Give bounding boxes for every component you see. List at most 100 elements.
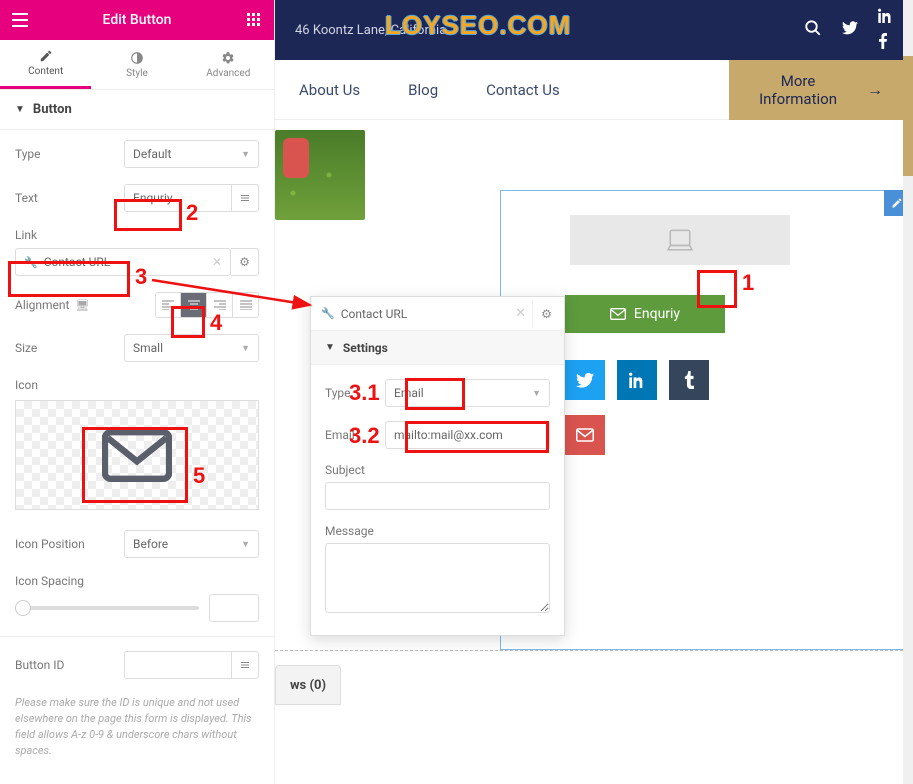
align-center[interactable]	[181, 292, 207, 318]
wrench-icon: 🔧	[321, 307, 335, 320]
type-select[interactable]: Default ▼	[124, 140, 259, 168]
icon-spacing-slider[interactable]	[15, 606, 199, 610]
nav-about[interactable]: About Us	[275, 81, 384, 99]
enquiry-button-label: Enquriy	[634, 306, 680, 322]
row-type: Type Default ▼	[15, 140, 259, 168]
icon-position-value: Before	[133, 537, 168, 551]
annotation-num-1: 1	[742, 270, 754, 296]
popup-title: Contact URL	[341, 307, 408, 321]
size-select-value: Small	[133, 341, 163, 355]
icon-spacing-input[interactable]	[209, 594, 259, 622]
chevron-down-icon: ▼	[241, 343, 250, 354]
tab-advanced[interactable]: Advanced	[183, 40, 274, 89]
scrollbar[interactable]	[903, 0, 913, 784]
popup-subject-input[interactable]	[325, 482, 550, 510]
pencil-icon	[39, 49, 53, 63]
row-alignment: Alignment 🖥	[15, 292, 259, 318]
button-id-input[interactable]	[124, 651, 231, 679]
button-id-hint: Please make sure the ID is unique and no…	[15, 695, 259, 759]
align-justify[interactable]	[233, 292, 259, 318]
type-label: Type	[15, 147, 124, 161]
panel-header: Edit Button	[0, 0, 274, 40]
menu-icon[interactable]	[0, 0, 40, 40]
panel-title: Edit Button	[40, 12, 234, 28]
tab-content[interactable]: Content	[0, 40, 91, 89]
topbar-icons	[804, 8, 893, 53]
tab-content-label: Content	[28, 66, 63, 77]
contrast-icon	[130, 51, 144, 65]
panel-tabs: Content Style Advanced	[0, 40, 274, 90]
search-icon[interactable]	[804, 19, 822, 41]
close-icon[interactable]: ✕	[212, 255, 222, 269]
type-select-value: Default	[133, 147, 171, 161]
row-button-id: Button ID	[15, 651, 259, 679]
popup-email-input[interactable]	[385, 421, 550, 449]
editor-panel: Edit Button Content Style Advanced ▼ But…	[0, 0, 275, 784]
social-linkedin[interactable]	[617, 360, 657, 400]
gear-icon[interactable]: ⚙	[532, 300, 560, 328]
slider-thumb[interactable]	[15, 600, 31, 616]
linkedin-icon[interactable]	[878, 8, 893, 27]
dynamic-tags-icon[interactable]	[231, 184, 259, 212]
watermark: LOYSEO.COM	[385, 10, 571, 41]
row-size: Size Small ▼	[15, 334, 259, 362]
cta-button[interactable]: MoreInformation →	[729, 60, 913, 120]
caret-down-icon: ▼	[325, 342, 335, 353]
annotation-num-3: 3	[135, 264, 147, 290]
facebook-icon[interactable]	[878, 33, 893, 53]
popup-row-subject: Subject	[325, 463, 550, 510]
popup-row-message: Message	[325, 524, 550, 617]
popup-subject-label: Subject	[325, 463, 550, 477]
enquiry-button[interactable]: Enquriy	[565, 295, 725, 333]
popup-section-header[interactable]: ▼ Settings	[311, 331, 564, 365]
cta-text: MoreInformation	[759, 72, 837, 108]
caret-down-icon: ▼	[15, 104, 25, 115]
popup-message-input[interactable]	[325, 543, 550, 613]
gear-icon	[221, 51, 235, 65]
icon-preview[interactable]	[15, 400, 259, 510]
row-icon-spacing: Icon Spacing	[15, 574, 259, 622]
chevron-down-icon: ▼	[241, 539, 250, 550]
guide-line	[275, 650, 913, 651]
scrollbar-thumb[interactable]	[903, 56, 913, 176]
dynamic-tags-icon[interactable]	[231, 651, 259, 679]
size-select[interactable]: Small ▼	[124, 334, 259, 362]
row-text: Text	[15, 184, 259, 212]
annotation-num-2: 2	[186, 200, 198, 226]
icon-position-label: Icon Position	[15, 537, 124, 551]
align-left[interactable]	[155, 292, 181, 318]
icon-position-select[interactable]: Before ▼	[124, 530, 259, 558]
text-input[interactable]	[124, 184, 231, 212]
nav-blog[interactable]: Blog	[384, 81, 462, 99]
section-body: Type Default ▼ Text Link	[0, 130, 274, 769]
chevron-down-icon: ▼	[532, 388, 541, 399]
canvas: Enquriy ws (0) attis, pulvinar dapibus l…	[275, 120, 913, 130]
social-mail[interactable]	[565, 415, 605, 455]
chevron-down-icon: ▼	[241, 149, 250, 160]
envelope-icon	[102, 428, 172, 483]
site-navbar: About Us Blog Contact Us MoreInformation…	[275, 60, 913, 120]
social-twitter[interactable]	[565, 360, 605, 400]
placeholder-widget	[570, 215, 790, 265]
section-button-header[interactable]: ▼ Button	[0, 90, 274, 130]
link-dynamic-tag[interactable]: 🔧 Contact URL ✕	[15, 248, 231, 276]
popup-type-value: Email	[394, 386, 424, 400]
wrench-icon: 🔧	[24, 256, 38, 269]
text-label: Text	[15, 191, 124, 205]
tab-style[interactable]: Style	[91, 40, 182, 89]
popup-message-label: Message	[325, 524, 550, 538]
tab-advanced-label: Advanced	[206, 68, 250, 79]
apps-icon[interactable]	[234, 0, 274, 40]
contact-url-popup: 🔧 Contact URL ✕ ⚙ ▼ Settings Type Email …	[310, 296, 565, 636]
popup-type-select[interactable]: Email ▼	[385, 379, 550, 407]
link-options-icon[interactable]: ⚙	[231, 248, 259, 276]
responsive-icon[interactable]: 🖥	[75, 299, 89, 312]
close-icon[interactable]: ✕	[515, 306, 526, 321]
popup-section-label: Settings	[343, 341, 388, 355]
reviews-tab[interactable]: ws (0)	[275, 665, 341, 705]
social-tumblr[interactable]	[669, 360, 709, 400]
nav-contact[interactable]: Contact Us	[462, 81, 584, 99]
alignment-group	[155, 292, 259, 318]
tab-style-label: Style	[126, 68, 148, 79]
twitter-icon[interactable]	[842, 21, 858, 39]
